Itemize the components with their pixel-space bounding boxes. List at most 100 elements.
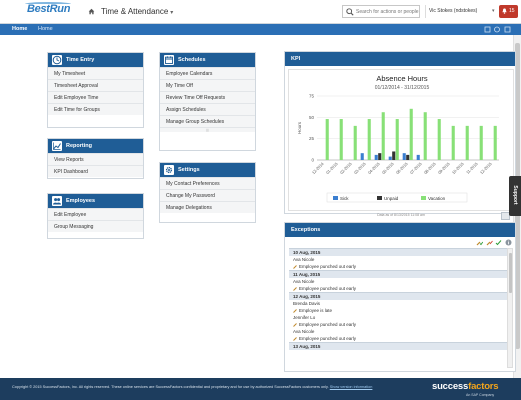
chevron-down-icon: ▾	[492, 8, 495, 14]
tile-title: KPI	[291, 56, 301, 62]
bar-vacation	[325, 119, 329, 160]
tab-home[interactable]: Home	[12, 26, 27, 32]
bar-vacation	[367, 119, 371, 160]
people-icon	[52, 196, 62, 206]
module-selector[interactable]: Time & Attendance ▾	[101, 7, 173, 16]
bar-vacation	[381, 112, 385, 160]
bell-icon	[502, 8, 507, 14]
search-input[interactable]: Search for actions or people	[342, 5, 420, 18]
tile-title: Time Entry	[66, 57, 95, 63]
home-icon[interactable]	[88, 8, 95, 15]
menu-item-change-my-password[interactable]: Change My Password	[160, 189, 255, 201]
bar-unpaid	[392, 151, 396, 160]
menu-item-my-contact-preferences[interactable]: My Contact Preferences	[160, 177, 255, 189]
bar-vacation	[409, 108, 413, 160]
bar-vacation	[339, 119, 343, 160]
menu-item-my-time-off[interactable]: My Time Off	[160, 79, 255, 91]
menu-item-manage-delegations[interactable]: Manage Delegations	[160, 201, 255, 213]
bar-vacation	[395, 119, 399, 160]
legend-label-vacation: Vacation	[428, 196, 446, 201]
y-tick-label: 50	[309, 115, 315, 120]
version-info-link[interactable]: Show version information	[330, 385, 373, 389]
menu-item-employee-calendars[interactable]: Employee Calendars	[160, 67, 255, 79]
exception-event-row[interactable]: Employee punched out early	[289, 335, 507, 342]
copyright-text: Copyright © 2015 SuccessFactors, Inc. Al…	[12, 385, 329, 389]
tile-title: Settings	[178, 167, 200, 173]
resolve-all-icon[interactable]	[495, 239, 502, 246]
tile-title: Exceptions	[291, 227, 321, 233]
tile-schedules: Schedules Employee Calendars My Time Off…	[159, 52, 256, 151]
exception-employee-name[interactable]: Ava Nicole	[289, 278, 507, 285]
x-tick-label: 12-2014	[311, 161, 325, 175]
menu-item-group-messaging[interactable]: Group Messaging	[48, 220, 143, 232]
y-axis-label: Hours	[297, 121, 302, 134]
page-tools-icons[interactable]	[484, 25, 514, 34]
exception-employee-name[interactable]: Jennifer Lo	[289, 314, 507, 321]
bar-vacation	[479, 125, 483, 160]
bar-sick	[416, 154, 420, 160]
bar-sick	[360, 153, 364, 160]
trend-chart-icon	[52, 141, 62, 151]
exception-date-row: 13 Aug, 2015	[289, 342, 507, 350]
exception-event-text: Employee punched out early	[299, 336, 357, 341]
exception-event-text: Employee punched out early	[299, 264, 357, 269]
resize-grip-icon[interactable]: ⠿	[160, 127, 255, 133]
info-icon[interactable]	[505, 239, 512, 246]
exceptions-scrollbar[interactable]	[507, 248, 513, 368]
exception-employee-name[interactable]: Brenda Davis	[289, 300, 507, 307]
tile-header: Settings	[160, 163, 255, 177]
exceptions-list[interactable]: 10 Aug, 2015 Ava Nicole Employee punched…	[289, 248, 507, 368]
bar-sick	[374, 154, 378, 160]
menu-item-edit-employee[interactable]: Edit Employee	[48, 208, 143, 220]
breadcrumb-home[interactable]: Home	[38, 26, 53, 32]
menu-item-review-time-off-requests[interactable]: Review Time Off Requests	[160, 91, 255, 103]
x-tick-label: 09-2015	[437, 161, 451, 175]
menu-item-my-timesheet[interactable]: My Timesheet	[48, 67, 143, 79]
scrollbar-thumb[interactable]	[509, 253, 512, 293]
x-tick-label: 06-2015	[395, 161, 409, 175]
x-tick-label: 12-2015	[479, 161, 493, 175]
exception-date-row: 12 Aug, 2015	[289, 292, 507, 300]
exception-event-row[interactable]: Employee punched out early	[289, 321, 507, 328]
exception-employee-name[interactable]: Ava Nicole	[289, 328, 507, 335]
approve-selected-icon[interactable]	[476, 239, 484, 246]
bar-unpaid	[406, 154, 410, 160]
edit-exception-icon[interactable]	[486, 239, 493, 246]
tile-reporting: Reporting View Reports KPI Dashboard	[47, 138, 144, 179]
menu-item-edit-time-for-groups[interactable]: Edit Time for Groups	[48, 103, 143, 115]
menu-item-view-reports[interactable]: View Reports	[48, 153, 143, 165]
x-tick-label: 08-2015	[423, 161, 437, 175]
company-logo[interactable]: BestRun	[27, 3, 70, 15]
x-tick-label: 11-2015	[465, 161, 479, 175]
exception-event-text: Employee punched out early	[299, 322, 357, 327]
y-tick-label: 25	[309, 136, 315, 141]
menu-item-assign-schedules[interactable]: Assign Schedules	[160, 103, 255, 115]
y-tick-label: 0	[311, 158, 314, 163]
support-tab[interactable]: Support	[509, 176, 521, 216]
menu-item-timesheet-approval[interactable]: Timesheet Approval	[48, 79, 143, 91]
exception-event-row[interactable]: Employee is late	[289, 307, 507, 314]
exception-event-row[interactable]: Employee punched out early	[289, 285, 507, 292]
menu-item-manage-group-schedules[interactable]: Manage Group Schedules	[160, 115, 255, 127]
chart-container: Absence Hours 01/12/2014 - 31/12/2015 02…	[288, 69, 514, 211]
pencil-icon	[293, 323, 297, 327]
exception-employee-name[interactable]: Ava Nicole	[289, 256, 507, 263]
legend-swatch-sick	[333, 196, 338, 200]
x-tick-label: 02-2015	[339, 161, 353, 175]
legend-swatch-unpaid	[377, 196, 382, 200]
pencil-icon	[293, 265, 297, 269]
exception-date-row: 11 Aug, 2015	[289, 270, 507, 278]
pencil-icon	[293, 337, 297, 341]
menu-item-edit-employee-time[interactable]: Edit Employee Time	[48, 91, 143, 103]
tile-header: Exceptions	[285, 223, 515, 237]
notifications-button[interactable]: 15	[499, 5, 518, 18]
user-menu[interactable]: Vic Stokes (ndstokes) ▾	[425, 5, 496, 18]
x-tick-label: 05-2015	[381, 161, 395, 175]
x-tick-label: 04-2015	[367, 161, 381, 175]
menu-item-kpi-dashboard[interactable]: KPI Dashboard	[48, 165, 143, 177]
tile-settings: Settings My Contact Preferences Change M…	[159, 162, 256, 223]
exception-event-row[interactable]: Employee punched out early	[289, 263, 507, 270]
tile-header: Employees	[48, 194, 143, 208]
chevron-down-icon: ▾	[170, 10, 174, 16]
notification-count: 15	[509, 8, 515, 14]
